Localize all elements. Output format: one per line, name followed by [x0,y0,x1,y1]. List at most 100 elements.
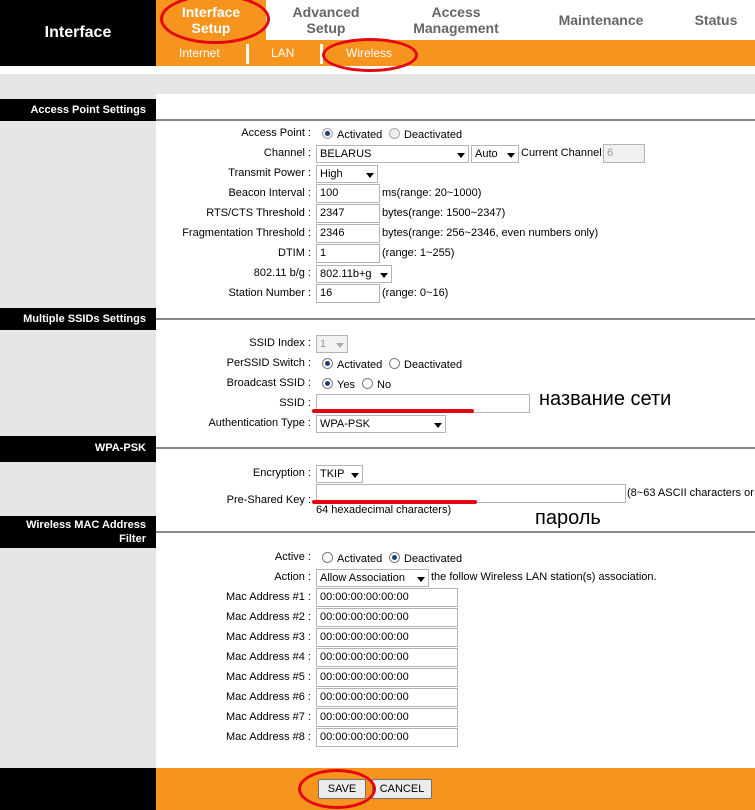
authentication-type-select[interactable]: WPA-PSK [316,415,446,433]
ssid-index-select[interactable]: 1 [316,335,348,353]
mac-deactivated-label: Deactivated [404,553,463,565]
section-divider [156,318,755,320]
annotation-ssid-note: название сети [539,388,672,410]
authentication-type-label: Authentication Type : [208,417,311,429]
transmit-power-label: Transmit Power : [228,167,311,179]
encryption-value: TKIP [320,468,345,480]
mac-action-label: Action : [274,571,311,583]
top-gray-bar [0,74,755,94]
broadcast-no-radio[interactable] [362,378,373,389]
encryption-select[interactable]: TKIP [316,465,363,483]
tab-access-management-line2: Management [413,20,499,36]
channel-value: Auto [475,148,498,160]
channel-select[interactable]: Auto [471,145,519,163]
broadcast-no-label: No [377,379,392,391]
section-divider [156,119,755,121]
dtim-label: DTIM : [278,247,311,259]
section-mac-filter-line2: Filter [119,533,146,545]
access-point-activated-radio[interactable] [322,128,333,139]
chevron-down-icon [351,473,359,478]
current-channel-field: 6 [603,144,645,163]
perssid-switch-label: PerSSID Switch : [226,357,311,369]
mac-address-input[interactable]: 00:00:00:00:00:00 [316,688,458,707]
section-divider [156,447,755,449]
tab-maintenance-label: Maintenance [558,12,644,28]
pre-shared-key-hint-2: 64 hexadecimal characters) [316,504,452,516]
mac-address-input[interactable]: 00:00:00:00:00:00 [316,628,458,647]
section-mac-filter-line1: Wireless MAC Address [26,519,146,531]
ssid-index-label: SSID Index : [249,337,311,349]
mac-address-input[interactable]: 00:00:00:00:00:00 [316,608,458,627]
chevron-down-icon [507,153,515,158]
channel-label: Channel : [263,147,311,159]
channel-region-value: BELARUS [320,148,372,160]
dtim-input[interactable]: 1 [316,244,380,263]
wireless-mode-label: 802.11 b/g : [253,267,311,279]
mac-deactivated-radio[interactable] [389,552,400,563]
tab-status[interactable]: Status [686,12,746,28]
transmit-power-select[interactable]: High [316,165,378,183]
broadcast-ssid-label: Broadcast SSID : [226,377,311,389]
authentication-type-value: WPA-PSK [320,418,370,430]
station-number-label: Station Number : [228,287,311,299]
mac-address-label: Mac Address #4 : [226,651,311,663]
ssid-label: SSID : [279,397,311,409]
wireless-mode-value: 802.11b+g [320,268,372,280]
mac-active-label: Active : [274,551,311,563]
annotation-underline-psk [312,500,477,504]
channel-region-select[interactable]: BELARUS [316,145,469,163]
tab-maintenance[interactable]: Maintenance [551,12,651,28]
mac-address-label: Mac Address #7 : [226,711,311,723]
subtab-internet[interactable]: Internet [179,46,220,60]
perssid-deactivated-radio[interactable] [389,358,400,369]
wireless-mode-select[interactable]: 802.11b+g [316,265,392,283]
mac-activated-label: Activated [337,553,383,565]
tab-advanced-setup-line1: Advanced [292,4,360,20]
tab-access-management[interactable]: Access Management [396,4,516,36]
beacon-interval-range: ms(range: 20~1000) [382,187,482,199]
access-point-deactivated-radio[interactable] [389,128,400,139]
broadcast-yes-radio[interactable] [322,378,333,389]
annotation-psk-note: пароль [535,507,601,529]
mac-address-label: Mac Address #3 : [226,631,311,643]
fragmentation-threshold-range: bytes(range: 256~2346, even numbers only… [382,227,599,239]
section-access-point: Access Point Settings [0,99,156,121]
mac-address-input[interactable]: 00:00:00:00:00:00 [316,648,458,667]
mac-address-input[interactable]: 00:00:00:00:00:00 [316,668,458,687]
mac-address-label: Mac Address #5 : [226,671,311,683]
tab-status-label: Status [694,12,738,28]
current-channel-label: Current Channel: [521,147,605,159]
tab-advanced-setup[interactable]: Advanced Setup [276,4,376,36]
mac-activated-radio[interactable] [322,552,333,563]
perssid-activated-radio[interactable] [322,358,333,369]
fragmentation-threshold-input[interactable]: 2346 [316,224,380,243]
beacon-interval-input[interactable]: 100 [316,184,380,203]
transmit-power-value: High [320,168,343,180]
cancel-button[interactable]: CANCEL [372,779,432,799]
mac-action-select[interactable]: Allow Association [316,569,429,587]
subtab-lan[interactable]: LAN [271,46,294,60]
mac-address-input[interactable]: 00:00:00:00:00:00 [316,588,458,607]
station-number-range: (range: 0~16) [382,287,449,299]
tab-access-management-line1: Access [431,4,481,20]
left-column [0,94,156,768]
section-mac-filter: Wireless MAC Address Filter [0,516,156,548]
pre-shared-key-hint-1: (8~63 ASCII characters or [627,487,754,499]
chevron-down-icon [434,423,442,428]
annotation-circle-wireless [322,38,418,72]
perssid-deactivated-label: Deactivated [404,359,463,371]
mac-address-input[interactable]: 00:00:00:00:00:00 [316,708,458,727]
section-divider [156,531,755,533]
mac-address-input[interactable]: 00:00:00:00:00:00 [316,728,458,747]
annotation-underline-ssid [312,409,474,413]
rts-threshold-input[interactable]: 2347 [316,204,380,223]
chevron-down-icon [366,173,374,178]
footer-left-panel [0,768,156,810]
annotation-circle-save [298,769,376,809]
station-number-input[interactable]: 16 [316,284,380,303]
access-point-activated-label: Activated [337,129,383,141]
encryption-label: Encryption : [252,467,311,479]
rts-threshold-label: RTS/CTS Threshold : [206,207,311,219]
beacon-interval-label: Beacon Interval : [228,187,311,199]
brand-title: Interface [44,24,112,41]
